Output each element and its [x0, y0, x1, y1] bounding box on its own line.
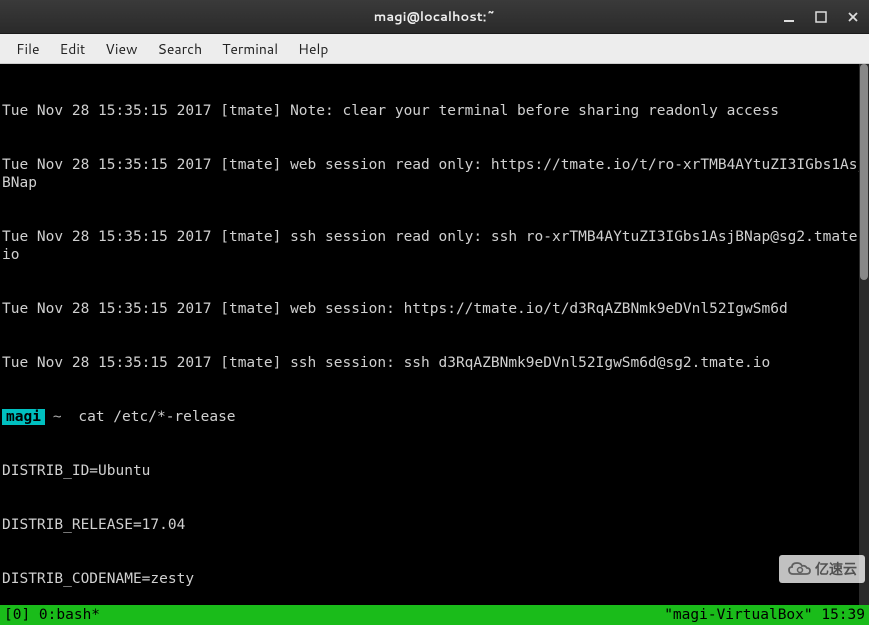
prompt-path: ~: [45, 409, 70, 425]
terminal-output-line: DISTRIB_CODENAME=zesty: [2, 570, 867, 588]
terminal-output-line: DISTRIB_ID=Ubuntu: [2, 462, 867, 480]
watermark-text: 亿速云: [815, 559, 857, 579]
minimize-button[interactable]: [779, 7, 799, 27]
terminal-line: Tue Nov 28 15:35:15 2017 [tmate] web ses…: [2, 156, 867, 192]
prompt-user: magi: [2, 409, 45, 425]
terminal-line: Tue Nov 28 15:35:15 2017 [tmate] ssh ses…: [2, 354, 867, 372]
status-left: [0] 0:bash*: [4, 607, 100, 623]
status-right: "magi-VirtualBox" 15:39: [664, 607, 865, 623]
close-button[interactable]: [843, 7, 863, 27]
menubar: File Edit View Search Terminal Help: [0, 34, 869, 64]
window-titlebar: magi@localhost:~: [0, 0, 869, 34]
window-controls: [779, 7, 863, 27]
menu-view[interactable]: View: [95, 35, 147, 63]
window-title: magi@localhost:~: [374, 8, 495, 26]
scrollbar[interactable]: [859, 64, 869, 605]
menu-search[interactable]: Search: [148, 35, 213, 63]
tmux-statusbar: [0] 0:bash* "magi-VirtualBox" 15:39: [0, 605, 869, 625]
prompt-line: magi~ cat /etc/*-release: [2, 408, 867, 426]
menu-edit[interactable]: Edit: [50, 35, 96, 63]
terminal-line: Tue Nov 28 15:35:15 2017 [tmate] ssh ses…: [2, 228, 867, 264]
scrollbar-thumb[interactable]: [860, 64, 868, 280]
terminal-line: Tue Nov 28 15:35:15 2017 [tmate] Note: c…: [2, 102, 867, 120]
terminal-content: Tue Nov 28 15:35:15 2017 [tmate] Note: c…: [2, 66, 867, 605]
menu-help[interactable]: Help: [288, 35, 338, 63]
maximize-button[interactable]: [811, 7, 831, 27]
menu-file[interactable]: File: [6, 35, 50, 63]
cloud-icon: [787, 561, 811, 577]
terminal-area[interactable]: Tue Nov 28 15:35:15 2017 [tmate] Note: c…: [0, 64, 869, 605]
menu-terminal[interactable]: Terminal: [212, 35, 288, 63]
terminal-output-line: DISTRIB_RELEASE=17.04: [2, 516, 867, 534]
terminal-line: Tue Nov 28 15:35:15 2017 [tmate] web ses…: [2, 300, 867, 318]
prompt-command: cat /etc/*-release: [78, 409, 235, 425]
watermark: 亿速云: [779, 555, 865, 583]
